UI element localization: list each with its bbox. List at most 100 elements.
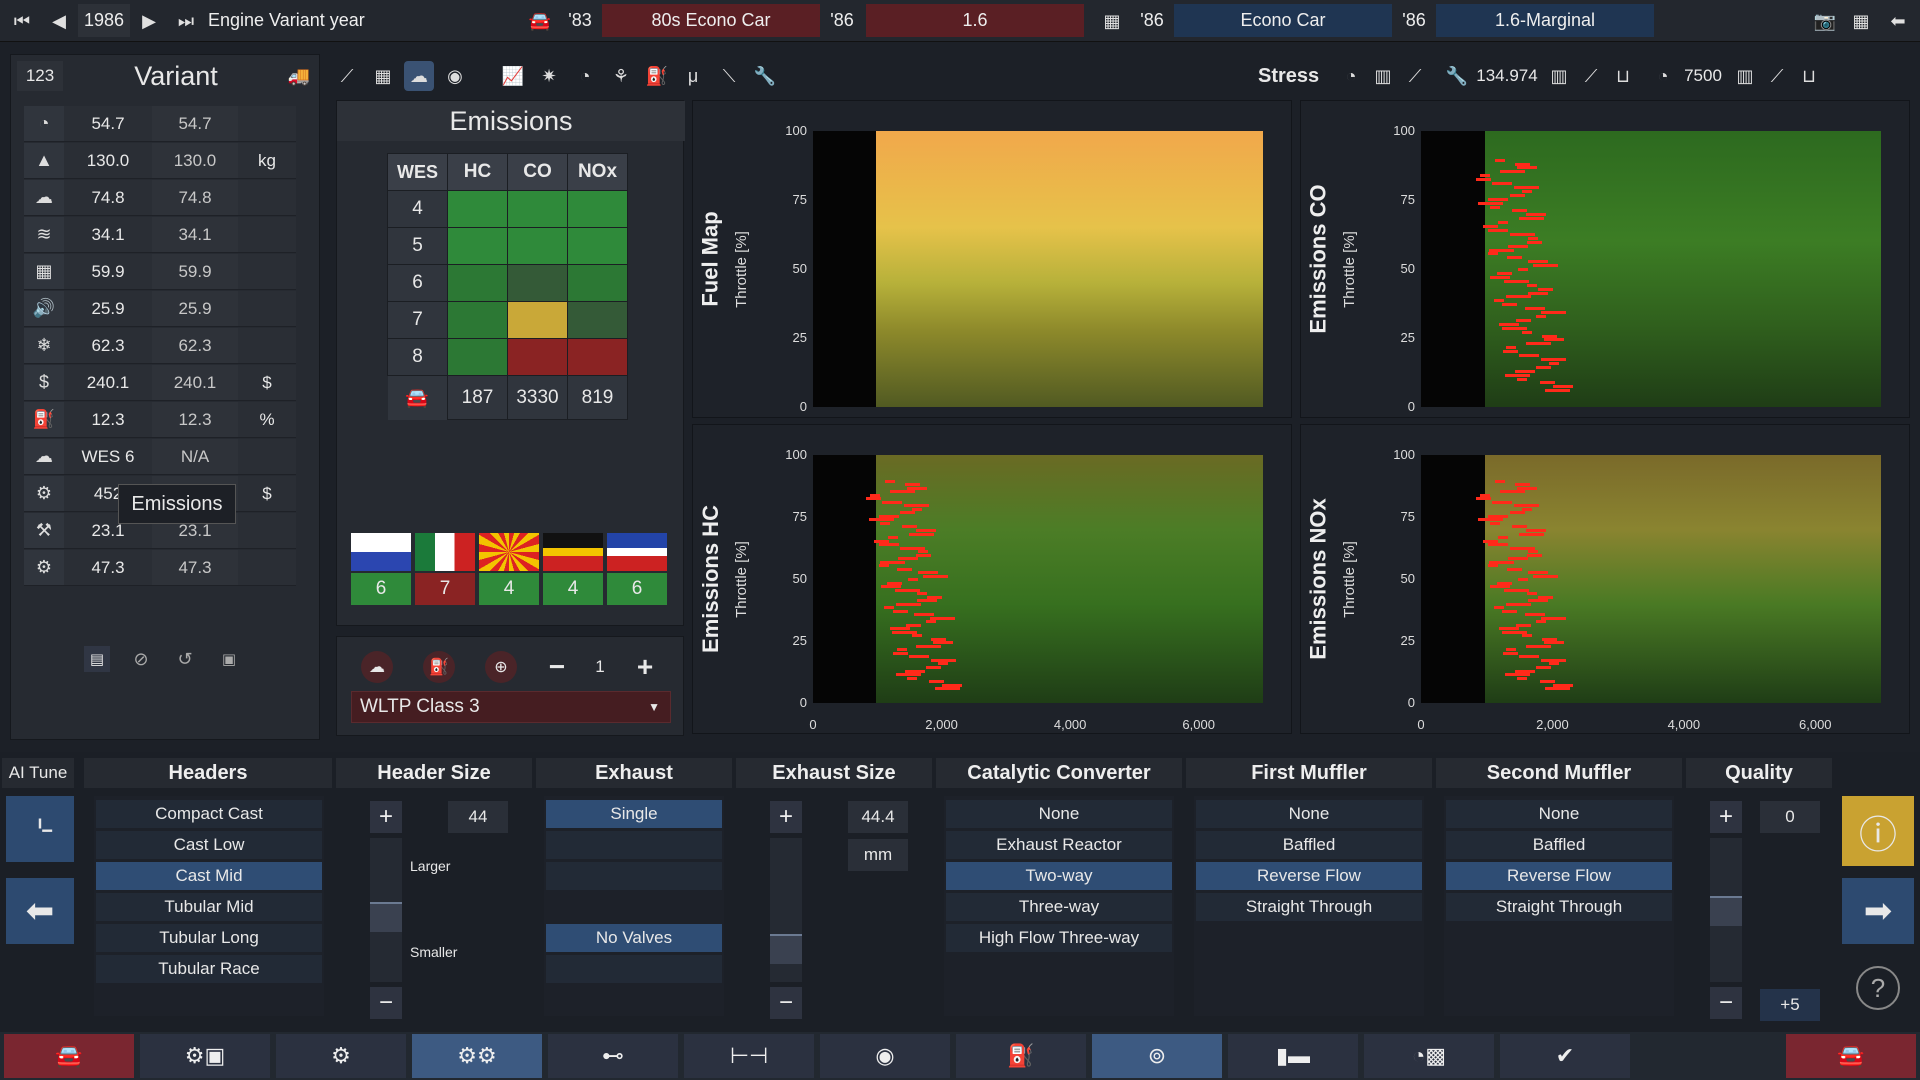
- warning-icon[interactable]: ⓘ: [1842, 796, 1914, 866]
- stat-value: WES 6: [64, 439, 152, 475]
- calculator-icon[interactable]: ▦: [1844, 5, 1878, 37]
- fuel-icon[interactable]: ⛽: [642, 61, 672, 91]
- wrench-icon[interactable]: 🔧: [750, 61, 780, 91]
- document-icon[interactable]: ▤: [84, 646, 110, 672]
- chart-icon[interactable]: 📈: [498, 61, 528, 91]
- nav-family-icon[interactable]: ⚙▣: [140, 1034, 270, 1078]
- graph-icon[interactable]: ⟋: [332, 61, 362, 91]
- catalytic-option[interactable]: Three-way: [946, 893, 1172, 921]
- emissions-tab-icon[interactable]: ☁: [404, 61, 434, 91]
- stat-value: 74.8: [64, 180, 152, 216]
- nav-top-end-icon[interactable]: ⚙⚙: [412, 1034, 542, 1078]
- exhaust-option-selected[interactable]: Single: [546, 800, 722, 828]
- exhaust-size-decrease[interactable]: −: [770, 987, 802, 1019]
- exhaust-size-value[interactable]: 44.4: [848, 801, 908, 833]
- second-muffler-option[interactable]: None: [1446, 800, 1672, 828]
- valves-option-empty[interactable]: [546, 955, 722, 983]
- header-option[interactable]: Cast Low: [96, 831, 322, 859]
- second-muffler-option-selected[interactable]: Reverse Flow: [1446, 862, 1672, 890]
- variant-name[interactable]: 1.6: [866, 4, 1084, 37]
- test-cycle-select[interactable]: WLTP Class 3 ▼: [351, 691, 671, 723]
- injector-icon[interactable]: ⚘: [606, 61, 636, 91]
- emission-hotspot: [917, 599, 937, 602]
- nav-fuel-icon[interactable]: ⛽: [956, 1034, 1086, 1078]
- nav-turbo-icon[interactable]: ◉: [820, 1034, 950, 1078]
- emission-hotspot: [1528, 599, 1548, 602]
- header-size-value[interactable]: 44: [448, 801, 508, 833]
- header-size-decrease[interactable]: −: [370, 987, 402, 1019]
- first-muffler-option[interactable]: Baffled: [1196, 831, 1422, 859]
- nav-test-icon[interactable]: ◔▩: [1364, 1034, 1494, 1078]
- decrease-button[interactable]: −: [541, 651, 573, 683]
- header-option[interactable]: Tubular Mid: [96, 893, 322, 921]
- flag-5-level: 6: [607, 573, 667, 605]
- exhaust-size-increase[interactable]: +: [770, 801, 802, 833]
- nav-car-icon[interactable]: 🚘: [4, 1034, 134, 1078]
- exhaust-size-thumb[interactable]: [770, 934, 802, 964]
- catalytic-option-selected[interactable]: Two-way: [946, 862, 1172, 890]
- mu-icon[interactable]: μ: [678, 61, 708, 91]
- emission-hotspot: [888, 536, 898, 539]
- prev-year-icon[interactable]: ◀: [44, 5, 74, 37]
- model-name[interactable]: Econo Car: [1174, 4, 1392, 37]
- camera-icon[interactable]: 📷: [1808, 5, 1842, 37]
- catalytic-option[interactable]: None: [946, 800, 1172, 828]
- nav-tune-icon[interactable]: ▮▬: [1228, 1034, 1358, 1078]
- cancel-icon[interactable]: ⊘: [128, 646, 154, 672]
- first-year-icon[interactable]: ⏮: [4, 5, 40, 37]
- nav-check-icon[interactable]: ✔: [1500, 1034, 1630, 1078]
- emission-hotspot: [1522, 190, 1532, 193]
- copy-icon[interactable]: ▣: [216, 646, 242, 672]
- valve-icon[interactable]: ⟍: [714, 61, 744, 91]
- help-icon[interactable]: ?: [1856, 966, 1900, 1010]
- increase-button[interactable]: +: [629, 651, 661, 683]
- quality-increase[interactable]: +: [1710, 801, 1742, 833]
- last-year-icon[interactable]: ⏭: [168, 5, 204, 37]
- catalytic-option[interactable]: High Flow Three-way: [946, 924, 1172, 952]
- header-option[interactable]: Tubular Long: [96, 924, 322, 952]
- y-tick-label: 75: [1400, 192, 1415, 207]
- ai-tune-graph-icon[interactable]: ⌎: [6, 796, 74, 862]
- header-option-selected[interactable]: Cast Mid: [96, 862, 322, 890]
- header-size-thumb[interactable]: [370, 902, 402, 932]
- quality-value[interactable]: 0: [1760, 801, 1820, 833]
- global-test-icon[interactable]: ⊕: [485, 651, 517, 683]
- engine-bay-icon[interactable]: 🚚: [283, 61, 315, 91]
- nav-exhaust-icon[interactable]: ⊚: [1092, 1034, 1222, 1078]
- spark-icon[interactable]: ✷: [534, 61, 564, 91]
- grid-icon[interactable]: ▦: [368, 61, 398, 91]
- emission-hotspot: [1525, 613, 1545, 616]
- nav-bottom-end-icon[interactable]: ⚙: [276, 1034, 406, 1078]
- emissions-test-icon[interactable]: ☁: [361, 651, 393, 683]
- header-option[interactable]: Compact Cast: [96, 800, 322, 828]
- stat-row: 🔊 25.9 25.9: [24, 291, 296, 327]
- second-muffler-option[interactable]: Straight Through: [1446, 893, 1672, 921]
- emission-hotspot: [1536, 366, 1551, 369]
- trim-name[interactable]: 1.6-Marginal: [1436, 4, 1654, 37]
- first-muffler-option[interactable]: Straight Through: [1196, 893, 1422, 921]
- second-muffler-option[interactable]: Baffled: [1446, 831, 1672, 859]
- gauge-icon[interactable]: ◔: [570, 61, 600, 91]
- nav-valves-icon[interactable]: ⊷: [548, 1034, 678, 1078]
- undo-icon[interactable]: ↺: [172, 646, 198, 672]
- quality-thumb[interactable]: [1710, 896, 1742, 926]
- back-icon[interactable]: ⬅: [1880, 5, 1916, 37]
- exhaust-option-empty[interactable]: [546, 862, 722, 890]
- turbo-icon[interactable]: ◉: [440, 61, 470, 91]
- exhaust-option-empty[interactable]: [546, 831, 722, 859]
- catalytic-option[interactable]: Exhaust Reactor: [946, 831, 1172, 859]
- fuel-test-icon[interactable]: ⛽: [423, 651, 455, 683]
- header-option[interactable]: Tubular Race: [96, 955, 322, 983]
- drivability-icon: ☁: [24, 180, 64, 216]
- next-year-icon[interactable]: ▶: [134, 5, 164, 37]
- header-size-increase[interactable]: +: [370, 801, 402, 833]
- nav-bore-icon[interactable]: ⊢⊣: [684, 1034, 814, 1078]
- family-name[interactable]: 80s Econo Car: [602, 4, 820, 37]
- prev-arrow-icon[interactable]: ⬅: [6, 878, 74, 944]
- quality-decrease[interactable]: −: [1710, 987, 1742, 1019]
- first-muffler-option[interactable]: None: [1196, 800, 1422, 828]
- next-arrow-icon[interactable]: ➡: [1842, 878, 1914, 944]
- nav-car-design-icon[interactable]: 🚘: [1786, 1034, 1916, 1078]
- first-muffler-option-selected[interactable]: Reverse Flow: [1196, 862, 1422, 890]
- valves-option-selected[interactable]: No Valves: [546, 924, 722, 952]
